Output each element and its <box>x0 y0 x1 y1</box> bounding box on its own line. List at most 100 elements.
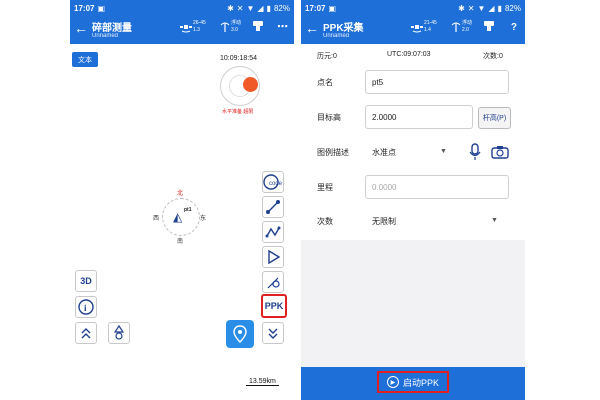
legend-label: 图例描述 <box>317 148 349 157</box>
solution-type: 浮动 <box>231 20 242 26</box>
bluetooth-icon: ✱ <box>458 3 465 13</box>
position-arrow-icon: ◭ <box>173 210 183 224</box>
3d-label: 3D <box>80 276 92 286</box>
page-title: 碎部测量 <box>92 23 132 34</box>
survey-screen: 17:07 ▣ ✱ ✕ ▼ ◢ ▮ 82% ← 碎部测量 Unnamed 26-… <box>70 0 294 400</box>
times-select[interactable]: 无限制 <box>365 209 509 233</box>
play-circle-icon: ▶ <box>386 376 399 388</box>
status-time: 17:07 <box>74 3 95 13</box>
start-ppk-button[interactable]: ▶ 启动PPK <box>377 371 449 393</box>
app-bar: ← PPK采集 Unnamed 21-45 1.4 浮动 2.0 ? <box>301 16 525 44</box>
ppk-tool-button[interactable]: PPK <box>261 294 287 318</box>
mileage-input[interactable]: 0.0000 <box>365 175 509 199</box>
ppk-label: PPK <box>264 301 284 311</box>
help-icon[interactable]: ? <box>511 22 517 33</box>
locate-button[interactable] <box>226 320 254 348</box>
solution-status[interactable]: 浮动 3.0 <box>220 20 241 34</box>
status-bar: 17:07 ▣ ✱ ✕ ▼ ◢ ▮ 82% <box>70 0 294 16</box>
times-row: 次数 无限制 ▼ <box>301 207 525 235</box>
north-label: 北 <box>177 191 184 197</box>
app-bar: ← 碎部测量 Unnamed 26-45 1.3 浮动 3.0 ⋯ <box>70 16 294 44</box>
navigate-tool-button[interactable] <box>262 246 284 268</box>
double-chevron-down-icon <box>268 328 278 339</box>
stakeout-tool-button[interactable] <box>262 271 284 293</box>
microphone-icon[interactable] <box>469 143 481 161</box>
west-label: 西 <box>153 216 160 222</box>
polyline-icon <box>265 226 281 238</box>
pdop-value: 1.4 <box>424 27 431 33</box>
back-arrow-icon[interactable]: ← <box>74 20 88 36</box>
device-status[interactable] <box>252 20 264 32</box>
solution-value: 3.0 <box>231 27 238 33</box>
times-count: 次数:0 <box>483 53 503 60</box>
camera-icon[interactable] <box>491 145 509 159</box>
legend-row: 图例描述 水准点 ▼ <box>301 138 525 166</box>
start-ppk-label: 启动PPK <box>402 377 439 388</box>
measure-icon <box>113 325 125 340</box>
point-name-input[interactable]: pt5 <box>365 70 509 94</box>
battery-icon: ▮ <box>266 3 271 13</box>
satellite-icon <box>411 25 423 33</box>
satellite-count: 21-45 <box>424 20 437 26</box>
ppk-screen: 17:07 ▣ ✱ ✕ ▼ ◢ ▮ 82% ← PPK采集 Unnamed 21… <box>301 0 525 400</box>
east-label: 东 <box>200 216 207 222</box>
line-tool-button[interactable] <box>262 196 284 218</box>
mileage-label: 里程 <box>317 183 333 192</box>
polyline-tool-button[interactable] <box>262 221 284 243</box>
info-button[interactable]: i <box>75 296 97 318</box>
project-name: Unnamed <box>323 33 350 39</box>
page-title: PPK采集 <box>323 23 364 34</box>
target-height-row: 目标高 2.0000 杆高(P) <box>301 103 525 131</box>
antenna-icon <box>451 22 461 32</box>
signal-icon: ◢ <box>257 3 264 13</box>
point-name-row: 点名 pt5 <box>301 68 525 96</box>
satellite-count: 26-45 <box>193 20 206 26</box>
double-chevron-up-icon <box>81 328 91 339</box>
gallery-icon: ▣ <box>97 3 106 13</box>
back-arrow-icon[interactable]: ← <box>305 20 319 36</box>
code-tool-label: code <box>269 181 283 187</box>
expand-tools-button[interactable] <box>75 322 97 344</box>
scale-bar: 13.59km <box>246 378 279 386</box>
play-triangle-icon <box>268 249 281 265</box>
measure-button[interactable] <box>108 322 130 344</box>
status-time: 17:07 <box>305 3 326 13</box>
epoch-count: 历元:0 <box>317 53 337 60</box>
3d-view-button[interactable]: 3D <box>75 270 97 292</box>
south-label: 南 <box>177 239 184 245</box>
wifi-icon: ▼ <box>477 3 486 13</box>
device-status[interactable] <box>483 20 495 32</box>
ppk-info-row: 历元:0 UTC:09:07:03 次数:0 <box>301 44 525 64</box>
battery-level: 82% <box>504 3 521 13</box>
battery-level: 82% <box>273 3 290 13</box>
bluetooth-icon: ✱ <box>227 3 234 13</box>
solution-status[interactable]: 浮动 2.0 <box>451 20 472 34</box>
mute-icon: ✕ <box>467 3 475 13</box>
legend-dropdown-icon[interactable]: ▼ <box>440 148 447 155</box>
project-name: Unnamed <box>92 33 119 39</box>
pole-height-button[interactable]: 杆高(P) <box>478 107 511 129</box>
text-button[interactable]: 文本 <box>72 52 98 67</box>
signal-icon: ◢ <box>488 3 495 13</box>
satellite-status[interactable]: 26-45 1.3 <box>180 20 206 34</box>
map-canvas[interactable]: 文本 10:09:18:54 水平准备 超限 北 西 东 南 ◭ pt1 cod… <box>70 44 294 400</box>
mute-icon: ✕ <box>236 3 244 13</box>
target-height-input[interactable]: 2.0000 <box>365 105 473 129</box>
times-dropdown-icon[interactable]: ▼ <box>491 217 498 224</box>
solution-value: 2.0 <box>462 27 469 33</box>
code-icon: code <box>263 174 283 190</box>
more-menu-icon[interactable]: ⋯ <box>277 20 288 33</box>
receiver-icon <box>484 21 494 31</box>
point-name-label: 点名 <box>317 78 333 87</box>
satellite-status[interactable]: 21-45 1.4 <box>411 20 437 34</box>
receiver-icon <box>253 21 263 31</box>
ppk-form: 点名 pt5 目标高 2.0000 杆高(P) 图例描述 水准点 ▼ 里程 0.… <box>301 64 525 240</box>
collapse-tools-button[interactable] <box>262 322 284 344</box>
gallery-icon: ▣ <box>328 3 337 13</box>
solution-type: 浮动 <box>462 20 473 26</box>
status-bar: 17:07 ▣ ✱ ✕ ▼ ◢ ▮ 82% <box>301 0 525 16</box>
level-warning: 水平准备 超限 <box>222 109 254 115</box>
utc-time: UTC:09:07:03 <box>387 51 431 58</box>
code-tool-button[interactable]: code <box>262 171 284 193</box>
info-icon: i <box>78 299 94 315</box>
